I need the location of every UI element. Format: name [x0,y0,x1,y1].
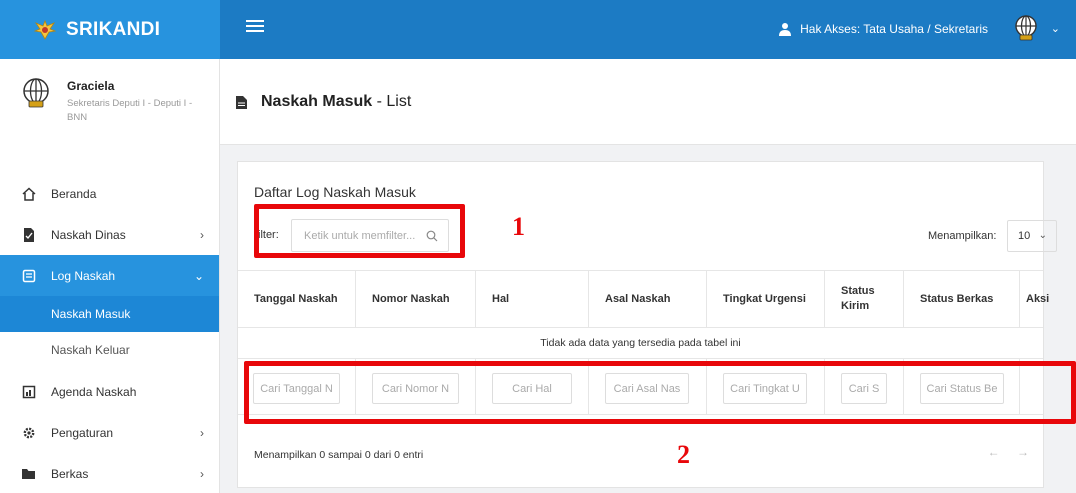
annotation-number-1: 1 [512,212,525,241]
column-header-status-berkas[interactable]: Status Berkas [904,271,1020,327]
sidebar-item-agenda-naskah[interactable]: Agenda Naskah [0,371,219,412]
agenda-icon [22,385,36,399]
hamburger-menu-icon[interactable] [246,20,264,36]
card-title: Daftar Log Naskah Masuk [254,184,416,200]
log-icon [22,269,36,283]
home-icon [22,187,36,201]
prev-page-arrow-icon[interactable]: ← [988,445,1000,459]
top-navbar: Hak Akses: Tata Usaha / Sekretaris ⌄ [220,0,1076,59]
sidebar-item-log-naskah[interactable]: Log Naskah ⌄ [0,255,219,296]
column-header-status-kirim[interactable]: Status Kirim [825,271,904,327]
highlight-box-1 [254,204,465,258]
folder-icon [22,469,35,479]
table-header: Tanggal Naskah Nomor Naskah Hal Asal Nas… [238,270,1050,328]
column-header-tingkat-urgensi[interactable]: Tingkat Urgensi [707,271,825,327]
gear-icon [23,427,35,439]
pagination: ← → [974,445,1029,459]
garuda-logo-icon [34,19,56,40]
sidebar-subitem-naskah-keluar[interactable]: Naskah Keluar [0,332,219,368]
table-info: Menampilkan 0 sampai 0 dari 0 entri [254,449,424,461]
file-icon [236,96,247,109]
brand[interactable]: SRIKANDI [0,0,220,59]
user-name: Graciela [67,79,115,93]
column-header-asal-naskah[interactable]: Asal Naskah [589,271,707,327]
page-size-select[interactable]: 10 ⌄ [1007,220,1057,252]
column-header-aksi: Aksi [1026,292,1050,305]
app-name: SRIKANDI [66,18,161,40]
user-role: Sekretaris Deputi I - Deputi I - BNN [67,98,193,123]
page-title: Naskah Masuk - List [261,93,412,110]
sidebar-item-naskah-dinas[interactable]: Naskah Dinas › [0,214,219,255]
sidebar-item-pengaturan[interactable]: Pengaturan › [0,412,219,453]
sidebar: Graciela Sekretaris Deputi I - Deputi I … [0,59,220,493]
chevron-right-icon: › [200,227,204,242]
column-header-nomor-naskah[interactable]: Nomor Naskah [356,271,476,327]
user-avatar-icon [23,78,49,108]
sidebar-subitem-naskah-masuk[interactable]: Naskah Masuk [0,296,219,332]
highlight-box-2 [244,361,1076,424]
sidebar-item-berkas[interactable]: Berkas › [0,453,219,493]
empty-table-message: Tidak ada data yang tersedia pada tabel … [238,328,1043,359]
page-size-label: Menampilkan: [928,230,997,242]
page-header: Naskah Masuk - List [220,59,1076,145]
chevron-right-icon: › [200,466,204,481]
role-text: Hak Akses: Tata Usaha / Sekretaris [800,22,988,36]
next-page-arrow-icon[interactable]: → [1017,445,1029,459]
document-icon [24,228,34,242]
user-avatar-icon[interactable] [1012,14,1040,42]
sidebar-item-beranda[interactable]: Beranda [0,173,219,214]
chevron-down-icon: ⌄ [193,268,204,283]
role-indicator[interactable]: Hak Akses: Tata Usaha / Sekretaris [778,22,988,36]
column-header-tanggal-naskah[interactable]: Tanggal Naskah [238,271,356,327]
annotation-number-2: 2 [677,440,690,469]
chevron-right-icon: › [200,425,204,440]
chevron-down-icon: ⌄ [1038,230,1047,241]
user-icon [779,23,792,36]
user-menu-chevron-icon[interactable]: ⌄ [1051,22,1060,35]
sidebar-menu: Beranda Naskah Dinas › Log Naskah ⌄ Nask… [0,173,219,493]
user-profile: Graciela Sekretaris Deputi I - Deputi I … [0,59,219,159]
column-header-hal[interactable]: Hal [476,271,589,327]
